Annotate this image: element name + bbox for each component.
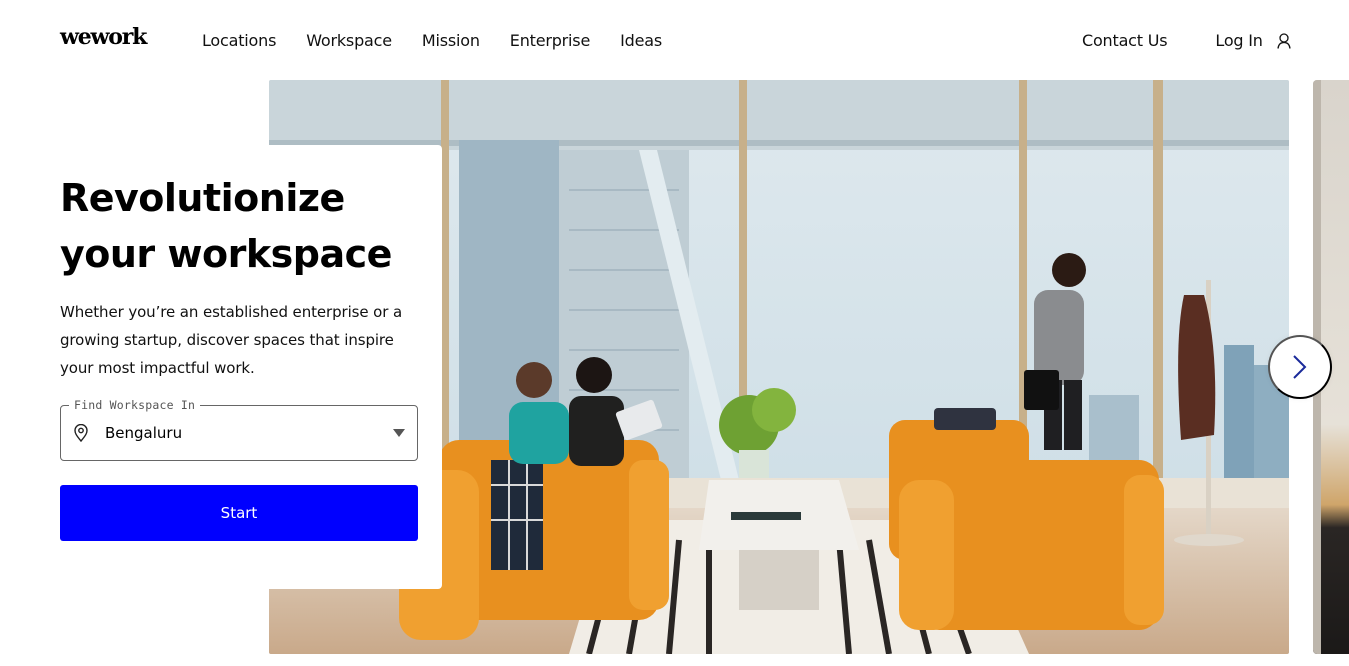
caret-down-icon[interactable] <box>393 429 405 437</box>
nav-ideas[interactable]: Ideas <box>620 31 662 50</box>
start-button[interactable]: Start <box>60 485 418 541</box>
wework-logo[interactable]: wework <box>60 24 147 50</box>
location-select-value: Bengaluru <box>105 424 183 442</box>
site-header: wework Locations Workspace Mission Enter… <box>0 0 1349 80</box>
log-in-link[interactable]: Log In <box>1215 31 1263 50</box>
hero-headline: Revolutionize your workspace <box>60 176 392 276</box>
carousel-next-button[interactable] <box>1268 335 1332 399</box>
nav-mission[interactable]: Mission <box>422 31 480 50</box>
utility-nav: Contact Us Log In <box>1082 31 1291 50</box>
map-pin-icon <box>73 423 89 443</box>
nav-locations[interactable]: Locations <box>202 31 276 50</box>
hero-subtext: Whether you’re an established enterprise… <box>60 303 403 377</box>
nav-enterprise[interactable]: Enterprise <box>510 31 591 50</box>
location-select-label: Find Workspace In <box>69 398 201 412</box>
contact-us-link[interactable]: Contact Us <box>1082 31 1168 50</box>
chevron-right-icon <box>1293 355 1307 379</box>
user-icon[interactable] <box>1277 32 1291 49</box>
location-select[interactable]: Find Workspace In Bengaluru <box>60 398 418 461</box>
nav-workspace[interactable]: Workspace <box>306 31 392 50</box>
main-nav: Locations Workspace Mission Enterprise I… <box>202 31 692 50</box>
